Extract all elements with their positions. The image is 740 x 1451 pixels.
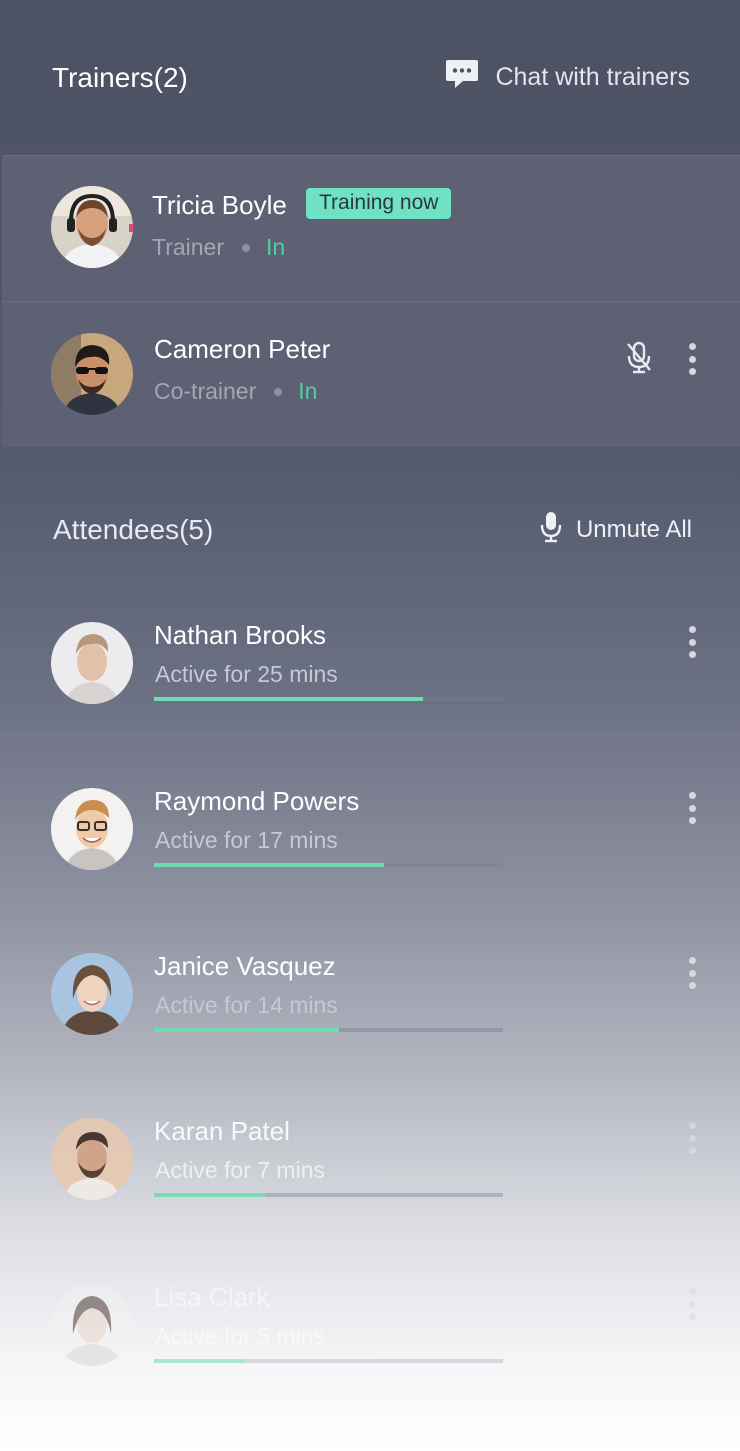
more-vertical-icon[interactable] (688, 626, 696, 658)
microphone-icon (540, 511, 562, 550)
trainer-role: Co-trainer (154, 378, 257, 404)
more-vertical-icon[interactable] (688, 1122, 696, 1154)
avatar (51, 333, 133, 415)
activity-text: Active for 17 mins (155, 827, 338, 853)
trainer-meta: Trainer In (152, 234, 285, 261)
avatar (51, 1118, 133, 1200)
activity-text: Active for 5 mins (155, 1323, 325, 1349)
activity-progress (154, 863, 503, 867)
unmute-all-label: Unmute All (575, 516, 692, 543)
separator-dot (274, 387, 283, 396)
trainer-row[interactable]: Cameron Peter Co-trainer In (2, 303, 740, 449)
activity-progress-fill (154, 697, 423, 701)
trainers-title: Trainers(2) (52, 61, 188, 93)
chat-with-trainers-label: Chat with trainers (495, 63, 690, 91)
presence-status: In (298, 378, 318, 404)
trainers-header: Trainers(2) Chat with trainers (0, 0, 740, 155)
attendee-row[interactable]: Janice Vasquez Active for 14 mins (0, 951, 740, 1116)
attendee-name: Nathan Brooks (154, 620, 326, 650)
trainer-name: Cameron Peter (154, 334, 331, 364)
activity-progress (154, 1359, 503, 1363)
attendee-name: Janice Vasquez (154, 951, 336, 981)
presence-status: In (266, 234, 286, 260)
more-vertical-icon[interactable] (688, 343, 696, 375)
activity-progress-fill (154, 1028, 339, 1032)
more-vertical-icon[interactable] (688, 792, 696, 824)
attendee-row[interactable]: Lisa Clark Active for 5 mins (0, 1282, 740, 1447)
trainer-meta: Co-trainer In (154, 378, 317, 405)
avatar (51, 953, 133, 1035)
activity-text: Active for 7 mins (155, 1157, 325, 1183)
activity-progress-fill (154, 863, 385, 867)
activity-text: Active for 14 mins (155, 992, 338, 1018)
chat-bubble-icon (445, 58, 479, 97)
more-vertical-icon[interactable] (688, 1288, 696, 1320)
attendees-title: Attendees(5) (53, 514, 214, 545)
separator-dot (242, 243, 250, 252)
attendee-row[interactable]: Nathan Brooks Active for 25 mins (0, 620, 740, 785)
attendees-header: Attendees(5) Unmute All (0, 480, 740, 580)
trainer-name: Tricia Boyle (152, 190, 287, 220)
activity-progress-fill (154, 1359, 245, 1363)
avatar (51, 788, 133, 870)
mic-muted-icon[interactable] (626, 341, 652, 380)
activity-progress-fill (154, 1193, 266, 1197)
attendee-name: Lisa Clark (154, 1282, 270, 1312)
attendee-row[interactable]: Raymond Powers Active for 17 mins (0, 786, 740, 951)
avatar (51, 186, 133, 268)
avatar (51, 622, 133, 704)
attendee-name: Raymond Powers (154, 786, 360, 816)
trainers-list: Tricia Boyle Training now Trainer In Cam… (2, 155, 740, 447)
training-now-badge: Training now (306, 188, 452, 219)
attendee-name: Karan Patel (154, 1116, 290, 1146)
trainer-row[interactable]: Tricia Boyle Training now Trainer In (2, 156, 740, 302)
avatar (51, 1284, 133, 1366)
activity-progress (154, 1193, 503, 1197)
chat-with-trainers-button[interactable]: Chat with trainers (445, 58, 690, 97)
trainer-role: Trainer (152, 234, 224, 260)
activity-progress (154, 1028, 503, 1032)
activity-text: Active for 25 mins (155, 661, 338, 687)
activity-progress (154, 697, 503, 701)
attendee-row[interactable]: Karan Patel Active for 7 mins (0, 1116, 740, 1281)
more-vertical-icon[interactable] (688, 957, 696, 989)
unmute-all-button[interactable]: Unmute All (540, 511, 692, 550)
